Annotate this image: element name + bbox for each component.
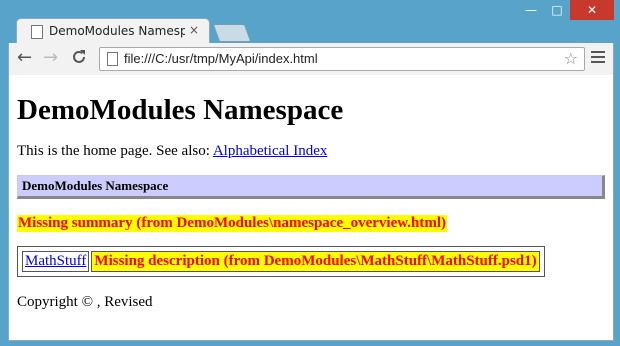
copyright-text: Copyright © , Revised <box>17 294 153 310</box>
tab-title: DemoModules Namespac <box>49 24 185 38</box>
menu-icon[interactable] <box>591 51 605 63</box>
section-header: DemoModules Namespace <box>17 175 605 199</box>
tab-close-icon[interactable]: × <box>189 23 199 37</box>
intro-paragraph: This is the home page. See also: Alphabe… <box>17 143 605 160</box>
reload-icon[interactable] <box>71 49 87 69</box>
modules-table: MathStuff Missing description (from Demo… <box>17 246 545 277</box>
new-tab-button[interactable] <box>212 24 252 42</box>
page-favicon-icon <box>31 25 43 39</box>
url-text: file:///C:/usr/tmp/MyApi/index.html <box>124 51 318 66</box>
intro-text: This is the home page. See also: <box>17 143 213 159</box>
module-description-cell: Missing description (from DemoModules\Ma… <box>91 251 540 272</box>
module-name-cell: MathStuff <box>22 251 90 272</box>
alphabetical-index-link[interactable]: Alphabetical Index <box>213 143 328 159</box>
page-icon <box>107 52 118 66</box>
browser-toolbar: ← → file:///C:/usr/tmp/MyApi/index.html … <box>8 43 614 75</box>
back-arrow-icon[interactable]: ← <box>17 49 32 67</box>
bookmark-star-icon[interactable]: ☆ <box>564 49 578 68</box>
table-row: MathStuff Missing description (from Demo… <box>22 251 540 272</box>
page-viewport: DemoModules Namespace This is the home p… <box>8 75 614 341</box>
forward-arrow-icon[interactable]: → <box>43 49 58 67</box>
tab-strip: DemoModules Namespac × <box>8 14 608 44</box>
address-bar[interactable]: file:///C:/usr/tmp/MyApi/index.html ☆ <box>99 47 585 71</box>
module-link-mathstuff[interactable]: MathStuff <box>25 253 86 269</box>
browser-window: — □ ✕ DemoModules Namespac × ← → file://… <box>0 0 620 346</box>
missing-summary-text: Missing summary (from DemoModules\namesp… <box>17 215 447 232</box>
document: DemoModules Namespace This is the home p… <box>17 75 605 311</box>
page-title: DemoModules Namespace <box>17 94 344 126</box>
tab-active[interactable]: DemoModules Namespac × <box>16 18 210 44</box>
